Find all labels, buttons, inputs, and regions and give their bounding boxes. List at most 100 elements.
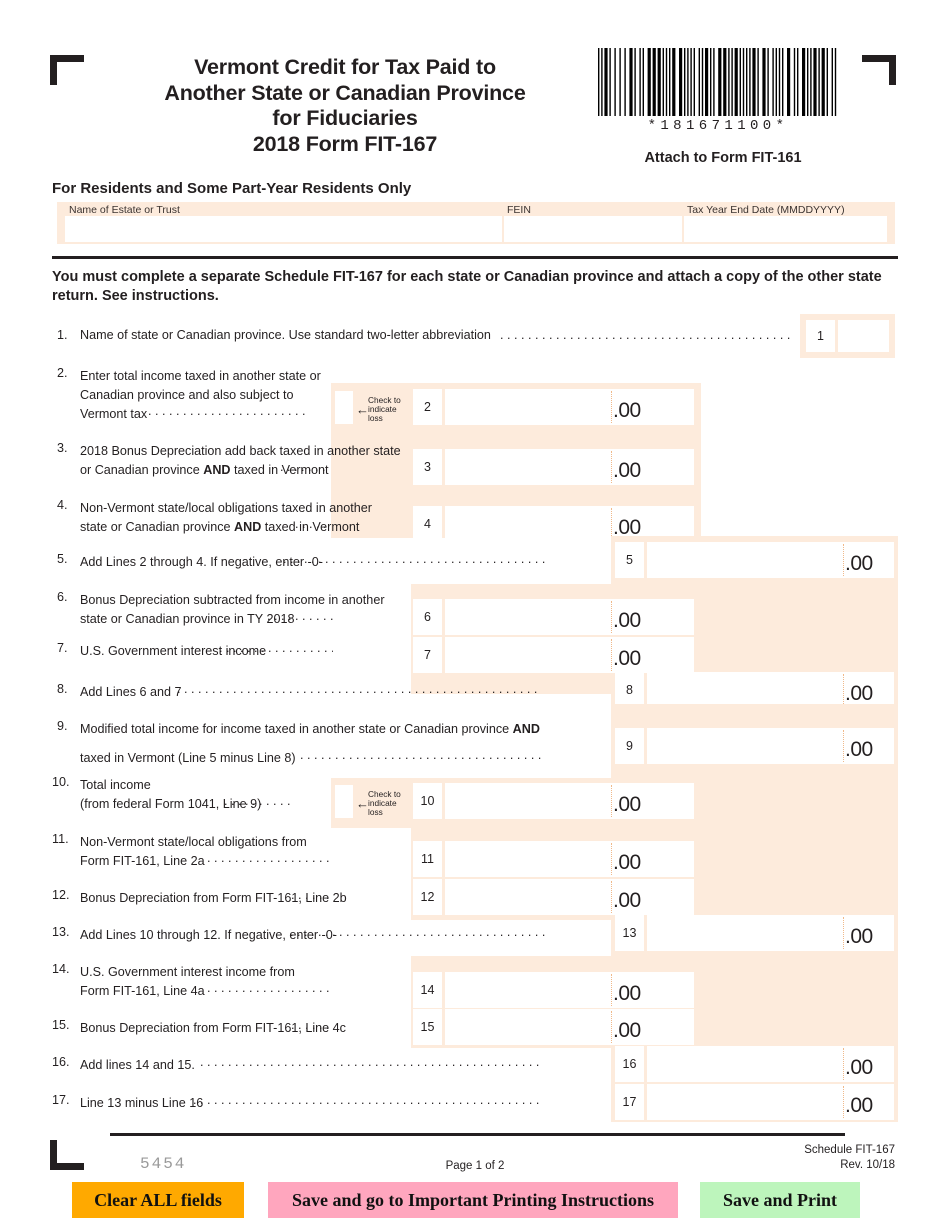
schedule-name: Schedule FIT-167 [804, 1144, 895, 1156]
line-3-input[interactable] [445, 449, 694, 485]
line-6-input[interactable] [445, 599, 694, 635]
line-12-input[interactable] [445, 879, 694, 915]
line-1-input[interactable] [838, 320, 889, 352]
line-11-input[interactable] [445, 841, 694, 877]
attach-note: Attach to Form FIT-161 [644, 150, 802, 166]
line-3-box-number: 3 [413, 449, 442, 485]
tax-year-end-input[interactable] [684, 216, 887, 242]
line-13-number: 13. [52, 925, 70, 939]
line-11-label-a: Non-Vermont state/local obligations from [80, 835, 307, 849]
line-2-cents: .00 [613, 399, 641, 422]
line-2-box-number: 2 [413, 389, 442, 425]
line-8-leader: . . . . . . . . . . . . . . . . . . . . … [177, 682, 538, 696]
filing-instruction: You must complete a separate Schedule FI… [52, 268, 902, 306]
line-2-loss-checkbox[interactable] [335, 391, 353, 424]
tax-year-end-label: Tax Year End Date (MMDDYYYY) [687, 204, 845, 216]
line-8-label: Add Lines 6 and 7 [80, 685, 182, 699]
title-line-1: Vermont Credit for Tax Paid to [194, 55, 496, 79]
footer-divider [110, 1133, 845, 1136]
line-9-label-a: Modified total income for income taxed i… [80, 722, 540, 736]
line-16-box-number: 16 [615, 1046, 644, 1082]
line-8-box-number: 8 [615, 672, 644, 708]
registration-mark-top-left [50, 55, 84, 85]
line-9-label-b: taxed in Vermont (Line 5 minus Line 8) [80, 751, 296, 765]
title-line-4: 2018 Form FIT-167 [252, 131, 438, 156]
line-10-cents: .00 [613, 793, 641, 816]
line-2-label-a: Enter total income taxed in another stat… [80, 369, 321, 383]
barcode-number: *181671100* [647, 118, 789, 134]
line-10-input[interactable] [445, 783, 694, 819]
line-15-box-number: 15 [413, 1009, 442, 1045]
line-1-label: Name of state or Canadian province. Use … [80, 328, 491, 342]
line-11-leader: . . . . . . . . . . . . . . . . . . . . … [207, 851, 333, 865]
line-4-label-a: Non-Vermont state/local obligations taxe… [80, 501, 372, 515]
line-15-input[interactable] [445, 1009, 694, 1045]
line-11-box-number: 11 [413, 841, 442, 877]
fein-input[interactable] [504, 216, 682, 242]
page-title: Vermont Credit for Tax Paid to Another S… [100, 55, 590, 157]
line-12-number: 12. [52, 888, 70, 902]
line-10-box-number: 10 [413, 783, 442, 819]
line-6-label-b: state or Canadian province in TY 2018 [80, 612, 295, 626]
line-6-cents: .00 [613, 609, 641, 632]
line-6-box-number: 6 [413, 599, 442, 635]
line-17-cents: .00 [845, 1094, 873, 1117]
line-13-box-number: 13 [615, 915, 644, 951]
loss-text-3-b: loss [368, 807, 383, 818]
registration-mark-top-right [862, 55, 896, 85]
line-14-label-a: U.S. Government interest income from [80, 965, 295, 979]
title-line-2: Another State or Canadian Province [164, 80, 526, 105]
line-14-number: 14. [52, 962, 70, 976]
line-3-leader: . . . . . . . . . . . [280, 460, 330, 474]
revision-date: Rev. 10/18 [840, 1159, 895, 1171]
line-8-cents: .00 [845, 682, 873, 705]
line-1-box-number: 1 [806, 320, 835, 352]
loss-text-3: loss [368, 413, 383, 424]
residents-note: For Residents and Some Part-Year Residen… [52, 180, 412, 197]
save-and-printing-instructions-button[interactable]: Save and go to Important Printing Instru… [268, 1182, 678, 1218]
name-of-estate-label: Name of Estate or Trust [69, 204, 180, 216]
line-12-leader: . . . . . . . . [291, 888, 333, 902]
line-7-cents: .00 [613, 647, 641, 670]
line-11-label-b: Form FIT-161, Line 2a [80, 854, 205, 868]
filing-instruction-text: You must complete a separate Schedule FI… [52, 269, 882, 304]
line-17-number: 17. [52, 1093, 70, 1107]
section-divider-top [52, 256, 898, 259]
line-6-number: 6. [57, 590, 68, 604]
line-9-cents: .00 [845, 738, 873, 761]
line-2-number: 2. [57, 366, 68, 380]
line-5-number: 5. [57, 552, 68, 566]
line-2-loss-check-text: Check to indicate loss [368, 395, 401, 424]
line-3-label-a: 2018 Bonus Depreciation add back taxed i… [80, 444, 401, 458]
line-13-cents: .00 [845, 925, 873, 948]
line-9-leader: . . . . . . . . . . . . . . . . . . . . … [300, 748, 542, 762]
line-14-input[interactable] [445, 972, 694, 1008]
save-and-print-button[interactable]: Save and Print [700, 1182, 860, 1218]
entity-information-band: Name of Estate or Trust FEIN Tax Year En… [57, 202, 895, 244]
line-14-box-number: 14 [413, 972, 442, 1008]
line-13-leader: . . . . . . . . . . . . . . . . . . . . … [290, 925, 546, 939]
line-1-leader: . . . . . . . . . . . . . . . . . . . . … [500, 328, 794, 342]
line-3-number: 3. [57, 441, 68, 455]
clear-all-fields-button[interactable]: Clear ALL fields [72, 1182, 244, 1218]
line-3-cents: .00 [613, 459, 641, 482]
line-2-leader: . . . . . . . . . . . . . . . . . . . . … [148, 404, 306, 418]
line-10-loss-check-text: Check to indicate loss [368, 789, 401, 818]
line-9-box-number: 9 [615, 728, 644, 764]
line-8-number: 8. [57, 682, 68, 696]
line-12-cents: .00 [613, 889, 641, 912]
line-10-loss-checkbox[interactable] [335, 785, 353, 818]
line-7-input[interactable] [445, 637, 694, 673]
line-2-label-b: Canadian province and also subject to [80, 388, 294, 402]
line-12-box-number: 12 [413, 879, 442, 915]
schedule-revision: Schedule FIT-167 Rev. 10/18 [804, 1143, 895, 1173]
line-2-input[interactable] [445, 389, 694, 425]
fein-label: FEIN [507, 204, 531, 216]
line-10-leader: . . . . . . . . . . [224, 794, 291, 808]
name-of-estate-input[interactable] [65, 216, 502, 242]
line-14-label-b: Form FIT-161, Line 4a [80, 984, 205, 998]
line-15-cents: .00 [613, 1019, 641, 1042]
line-7-leader: . . . . . . . . . . . . . . . . . . . . [219, 641, 333, 655]
line-4-leader: . . . . . . . [295, 517, 331, 531]
line-14-cents: .00 [613, 982, 641, 1005]
